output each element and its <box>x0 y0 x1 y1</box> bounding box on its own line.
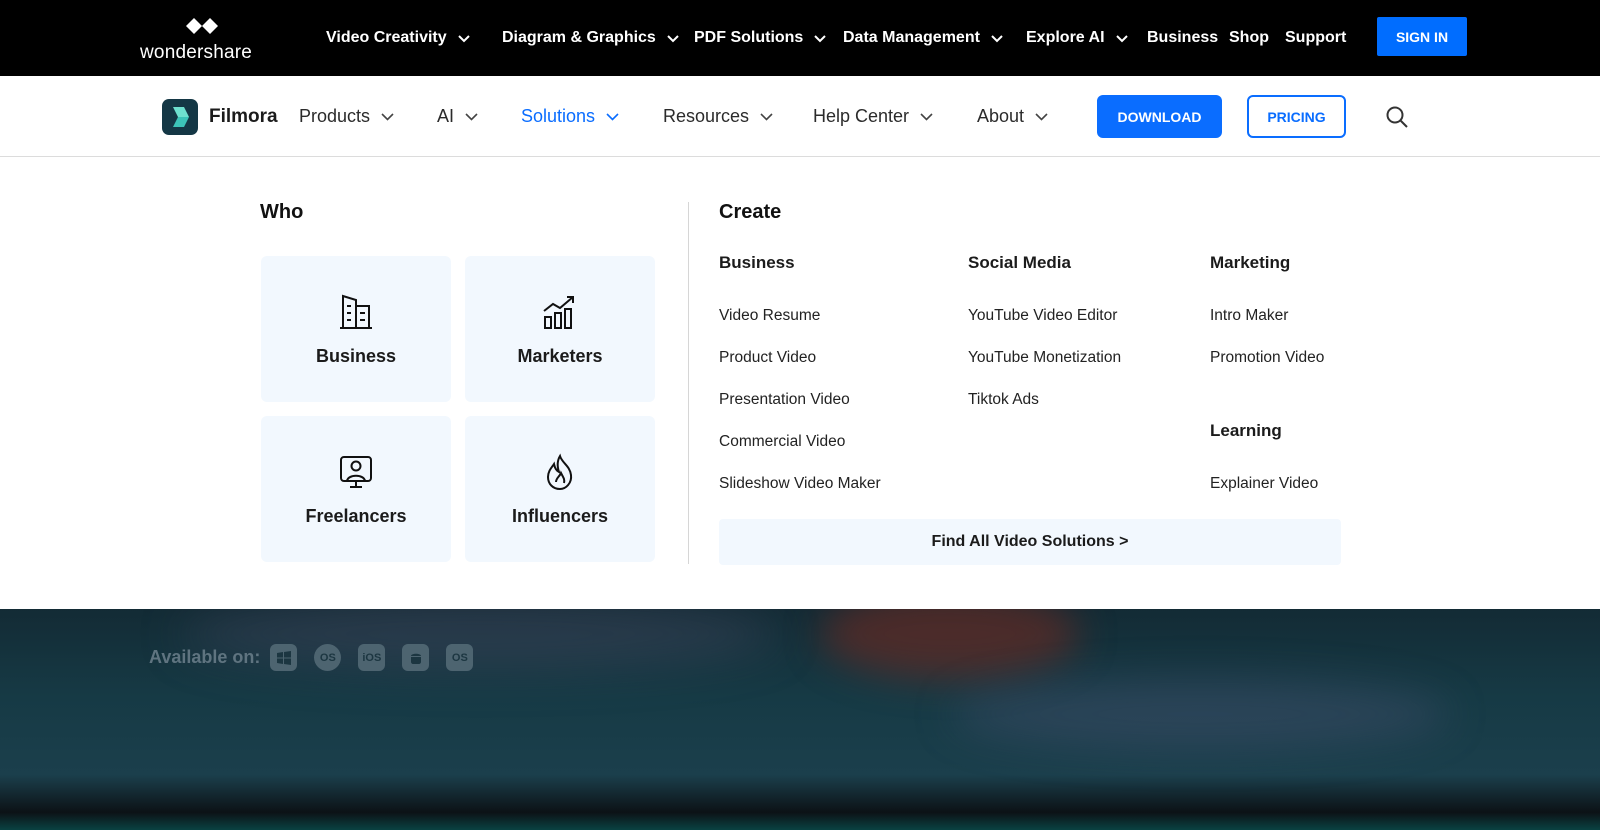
ipados-icon[interactable]: OS <box>446 644 474 671</box>
building-icon <box>340 294 372 329</box>
topnav-label: Video Creativity <box>326 29 447 46</box>
create-link-product-video[interactable]: Product Video <box>719 349 816 367</box>
create-section-title: Create <box>719 201 782 223</box>
topnav-support[interactable]: Support <box>1285 0 1346 76</box>
solutions-mega-menu: Who Business Marketers Freelancers Influ… <box>0 157 1600 609</box>
macos-text: OS <box>319 651 336 664</box>
subnav-solutions[interactable]: Solutions <box>521 76 620 156</box>
who-card-influencers[interactable]: Influencers <box>465 416 655 562</box>
filmora-brand-name[interactable]: Filmora <box>209 106 278 128</box>
topnav-label: Explore AI <box>1026 29 1105 46</box>
chevron-down-icon <box>991 35 1003 43</box>
chart-growth-icon <box>543 296 574 329</box>
who-card-business[interactable]: Business <box>261 256 451 402</box>
chevron-down-icon <box>1115 35 1128 43</box>
subnav-label: Products <box>299 105 371 126</box>
topnav-label: Diagram & Graphics <box>502 29 656 46</box>
who-card-freelancers[interactable]: Freelancers <box>261 416 451 562</box>
filmora-logo-icon[interactable] <box>162 99 198 135</box>
subnav-label: Resources <box>663 105 750 126</box>
pricing-button[interactable]: PRICING <box>1247 95 1346 138</box>
chevron-down-icon <box>606 112 619 121</box>
subnav-label: About <box>977 105 1025 126</box>
menu-divider <box>688 202 689 564</box>
who-card-label: Freelancers <box>305 506 407 526</box>
ios-icon[interactable]: iOS <box>358 644 386 671</box>
filmora-nav-bar: Filmora Products AI Solutions Resources … <box>0 76 1600 157</box>
ipados-text: OS <box>451 651 468 664</box>
subnav-resources[interactable]: Resources <box>663 76 774 156</box>
macos-icon[interactable]: OS <box>314 644 342 671</box>
hero-glow <box>820 609 1080 679</box>
chevron-down-icon <box>465 112 478 121</box>
create-link-youtube-monetization[interactable]: YouTube Monetization <box>968 349 1121 367</box>
create-column-heading-social-media: Social Media <box>968 253 1071 272</box>
subnav-label: Solutions <box>521 105 596 126</box>
flame-icon <box>546 453 573 491</box>
subnav-products[interactable]: Products <box>299 76 395 156</box>
topnav-label: Data Management <box>843 29 980 46</box>
create-link-presentation-video[interactable]: Presentation Video <box>719 391 850 409</box>
hero-glow <box>950 679 1450 749</box>
subnav-about[interactable]: About <box>977 76 1049 156</box>
android-icon[interactable] <box>402 644 430 671</box>
subnav-help-center[interactable]: Help Center <box>813 76 934 156</box>
who-card-marketers[interactable]: Marketers <box>465 256 655 402</box>
download-button[interactable]: DOWNLOAD <box>1097 95 1222 138</box>
topnav-label: PDF Solutions <box>694 29 804 46</box>
wondershare-logo[interactable]: wondershare <box>140 14 260 66</box>
chevron-down-icon <box>457 35 470 43</box>
create-link-youtube-video-editor[interactable]: YouTube Video Editor <box>968 307 1117 325</box>
hero-banner-background: Available on: OS iOS OS <box>0 609 1600 830</box>
chevron-down-icon <box>667 35 679 43</box>
chevron-down-icon <box>381 112 394 121</box>
available-platforms: Available on: OS iOS OS <box>149 644 474 671</box>
create-link-promotion-video[interactable]: Promotion Video <box>1210 349 1324 367</box>
create-link-video-resume[interactable]: Video Resume <box>719 307 820 325</box>
topnav-pdf-solutions[interactable]: PDF Solutions <box>694 0 827 76</box>
topnav-video-creativity[interactable]: Video Creativity <box>326 0 471 76</box>
search-icon[interactable] <box>1385 105 1409 129</box>
create-link-slideshow-video-maker[interactable]: Slideshow Video Maker <box>719 475 881 493</box>
chevron-down-icon <box>1035 112 1048 121</box>
presenter-icon <box>340 456 372 488</box>
subnav-label: Help Center <box>813 105 910 126</box>
sign-in-button[interactable]: SIGN IN <box>1377 17 1467 56</box>
subnav-label: AI <box>437 105 455 126</box>
topnav-explore-ai[interactable]: Explore AI <box>1026 0 1129 76</box>
create-link-tiktok-ads[interactable]: Tiktok Ads <box>968 391 1039 409</box>
topnav-shop[interactable]: Shop <box>1229 0 1269 76</box>
topnav-data-management[interactable]: Data Management <box>843 0 1004 76</box>
create-column-heading-marketing: Marketing <box>1210 253 1291 272</box>
who-card-label: Marketers <box>517 346 603 366</box>
create-column-heading-business: Business <box>719 253 795 272</box>
topnav-label: Support <box>1285 29 1347 46</box>
topnav-label: Business <box>1147 29 1219 46</box>
create-link-commercial-video[interactable]: Commercial Video <box>719 433 845 451</box>
subnav-ai[interactable]: AI <box>437 76 479 156</box>
ios-text: iOS <box>362 651 382 664</box>
available-on-label: Available on: <box>149 647 261 667</box>
chevron-down-icon <box>814 35 827 43</box>
create-column-heading-learning: Learning <box>1210 421 1282 440</box>
topnav-business[interactable]: Business <box>1147 0 1218 76</box>
windows-icon[interactable] <box>270 644 298 671</box>
wondershare-wordmark: wondershare <box>140 42 253 63</box>
wondershare-mark-icon <box>178 18 218 34</box>
create-link-intro-maker[interactable]: Intro Maker <box>1210 307 1288 325</box>
topnav-label: Shop <box>1229 29 1269 46</box>
who-card-label: Influencers <box>511 506 609 526</box>
who-section-title: Who <box>260 201 304 223</box>
find-all-video-solutions-link[interactable]: Find All Video Solutions > <box>719 519 1341 565</box>
chevron-down-icon <box>920 112 933 121</box>
global-top-bar: wondershare Video Creativity Diagram & G… <box>0 0 1600 76</box>
chevron-down-icon <box>760 112 773 121</box>
who-card-label: Business <box>315 346 397 366</box>
create-link-explainer-video[interactable]: Explainer Video <box>1210 475 1318 493</box>
topnav-diagram-graphics[interactable]: Diagram & Graphics <box>502 0 680 76</box>
